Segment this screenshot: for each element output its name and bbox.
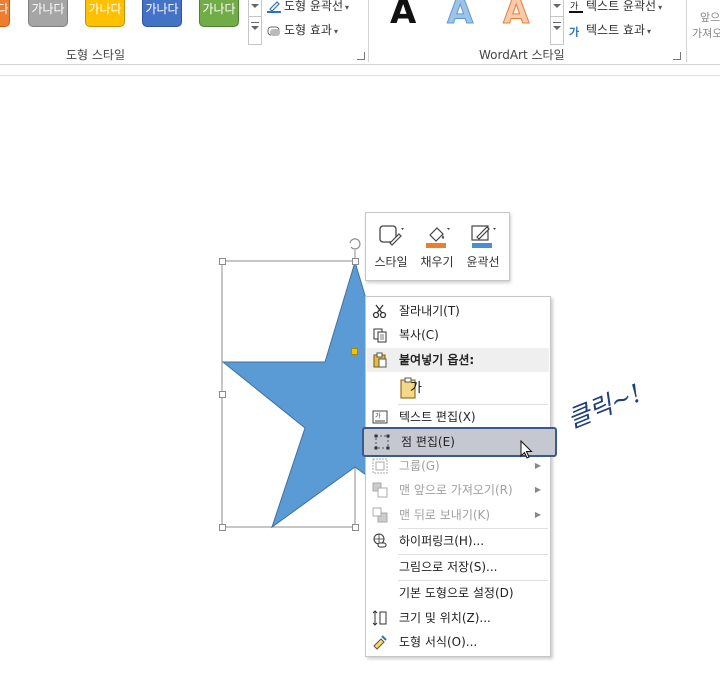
context-menu: 잘라내기(T) 복사(C) 붙여넣기 옵션: 가 가 텍스트 편집(X) 점 편…	[362, 296, 557, 657]
copy-icon	[373, 328, 387, 343]
menu-item-cut[interactable]: 잘라내기(T)	[367, 299, 549, 323]
menu-item-edit-text[interactable]: 가 텍스트 편집(X)	[367, 405, 549, 429]
edit-points-icon	[374, 434, 390, 450]
paste-option-glyph: 가	[410, 381, 422, 396]
menu-paste-keep-text-only[interactable]: 가	[367, 374, 549, 404]
annotation-text: 클릭~!	[563, 378, 645, 432]
menu-item-set-default-shape[interactable]: 기본 도형으로 설정(D)	[367, 581, 549, 605]
fill-bucket-icon	[426, 227, 450, 248]
resize-handle[interactable]	[219, 391, 226, 398]
menu-paste-options-header: 붙여넣기 옵션:	[367, 348, 549, 372]
hyperlink-icon	[373, 533, 387, 548]
resize-handle[interactable]	[352, 258, 359, 265]
mini-toolbar: 스타일 채우기 윤곽선	[365, 212, 510, 281]
menu-item-format-shape[interactable]: 도형 서식(O)...	[367, 630, 549, 654]
menu-item-copy[interactable]: 복사(C)	[367, 323, 549, 347]
group-icon	[372, 458, 388, 474]
send-to-back-icon	[372, 507, 388, 523]
menu-item-size-position[interactable]: 크기 및 위치(Z)...	[367, 606, 549, 630]
menu-item-hyperlink[interactable]: 하이퍼링크(H)...	[367, 529, 549, 553]
menu-item-send-to-back[interactable]: 맨 뒤로 보내기(K) ▶	[367, 503, 549, 527]
svg-text:가: 가	[375, 412, 381, 420]
menu-item-bring-to-front[interactable]: 맨 앞으로 가져오기(R) ▶	[367, 478, 549, 502]
bring-to-front-icon	[372, 482, 388, 498]
outline-pen-icon	[471, 225, 496, 248]
edit-text-icon: 가	[372, 410, 388, 424]
resize-handle[interactable]	[219, 258, 226, 265]
mini-fill-button[interactable]: 채우기	[415, 219, 459, 275]
submenu-arrow-icon: ▶	[534, 510, 541, 519]
format-shape-icon	[373, 635, 387, 650]
menu-item-save-as-picture[interactable]: 그림으로 저장(S)...	[367, 555, 549, 579]
star-shape[interactable]	[0, 0, 720, 699]
submenu-arrow-icon: ▶	[534, 485, 541, 494]
clipboard-icon	[373, 352, 387, 368]
adjust-handle[interactable]	[351, 348, 358, 355]
mouse-cursor-icon	[520, 440, 533, 459]
handwritten-annotation: 클릭~!	[560, 362, 660, 435]
resize-handle[interactable]	[219, 524, 226, 531]
size-position-icon	[372, 610, 387, 626]
mini-style-button[interactable]: 스타일	[369, 219, 413, 275]
submenu-arrow-icon: ▶	[534, 461, 541, 470]
scissors-icon	[372, 304, 387, 319]
shape-style-icon	[379, 225, 404, 246]
resize-handle[interactable]	[352, 524, 359, 531]
mini-outline-button[interactable]: 윤곽선	[461, 219, 505, 275]
rotate-icon[interactable]	[349, 238, 361, 250]
